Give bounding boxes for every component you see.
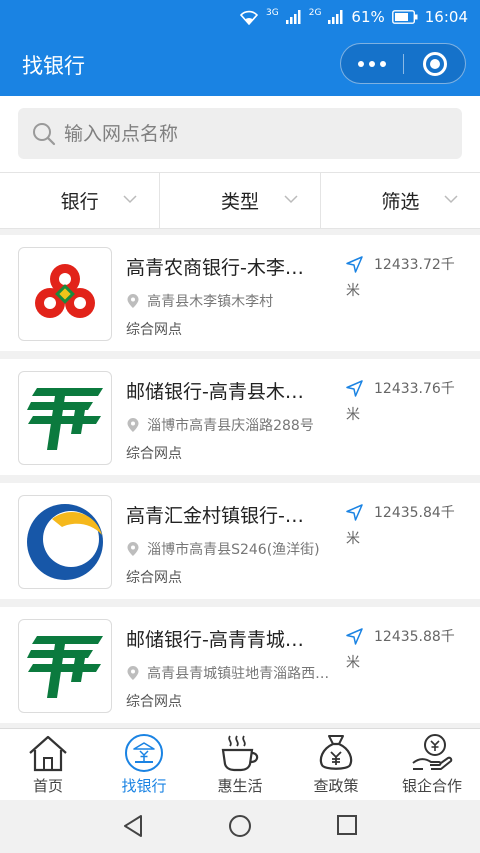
branch-name: 邮储银行-高青青城… <box>126 629 304 651</box>
branch-address-text: 淄博市高青县S246(渔洋街) <box>147 542 320 558</box>
distance-unit: 米 <box>346 283 360 299</box>
filter-type-label: 类型 <box>220 191 259 213</box>
money-bag-icon <box>319 735 353 770</box>
huijin-village-bank-logo <box>18 495 112 589</box>
tab-life[interactable]: 惠生活 <box>192 729 288 800</box>
branch-name: 邮储银行-高青县木… <box>126 381 304 403</box>
distance-unit: 米 <box>346 407 360 423</box>
navigate-arrow-icon <box>346 380 363 397</box>
branch-type: 综合网点 <box>126 694 182 710</box>
distance-unit: 米 <box>346 531 360 547</box>
mini-program-capsule <box>340 43 466 84</box>
branch-type: 综合网点 <box>126 570 182 586</box>
branch-card[interactable]: 邮储银行-高青青城… 高青县青城镇驻地青淄路西… 综合网点 12435.88千 … <box>0 607 480 723</box>
distance-value: 12433.72千 <box>374 257 455 273</box>
battery-percent: 61% <box>351 8 385 26</box>
branch-type: 综合网点 <box>126 446 182 462</box>
clock-time: 16:04 <box>424 8 468 26</box>
branch-address-text: 淄博市高青县庆淄路288号 <box>147 418 314 434</box>
filter-bank[interactable]: 银行 <box>0 173 159 228</box>
distance-unit: 米 <box>346 655 360 671</box>
branch-address: 高青县青城镇驻地青淄路西… <box>126 663 338 685</box>
page-title: 找银行 <box>22 54 85 78</box>
branch-address: 淄博市高青县S246(渔洋街) <box>126 539 338 561</box>
location-pin-icon <box>127 542 139 556</box>
branch-name: 高青农商银行-木李… <box>126 257 304 279</box>
tab-life-label: 惠生活 <box>217 777 263 795</box>
search-icon <box>33 123 56 146</box>
battery-icon <box>391 10 418 24</box>
distance-value: 12435.88千 <box>374 629 455 645</box>
branch-address: 高青县木李镇木李村 <box>126 291 338 313</box>
filter-type[interactable]: 类型 <box>159 173 319 228</box>
filter-bar: 银行 类型 筛选 <box>0 172 480 229</box>
tab-home-label: 首页 <box>32 777 63 795</box>
branch-type: 综合网点 <box>126 322 182 338</box>
branch-address-text: 高青县青城镇驻地青淄路西… <box>147 666 330 682</box>
branch-card[interactable]: 高青农商银行-木李… 高青县木李镇木李村 综合网点 12433.72千 米 <box>0 235 480 351</box>
bank-icon <box>125 734 163 772</box>
navigate-arrow-icon <box>346 504 363 521</box>
branch-address-text: 高青县木李镇木李村 <box>147 294 274 310</box>
filter-more[interactable]: 筛选 <box>319 173 480 228</box>
branch-list: 高青农商银行-木李… 高青县木李镇木李村 综合网点 12433.72千 米 邮储… <box>0 229 480 731</box>
search-section <box>0 96 480 172</box>
distance-value: 12435.84千 <box>374 505 455 521</box>
branch-card[interactable]: 高青汇金村镇银行-… 淄博市高青县S246(渔洋街) 综合网点 12435.84… <box>0 483 480 599</box>
wifi-icon <box>239 10 259 25</box>
coffee-icon <box>221 735 259 772</box>
distance-value: 12433.76千 <box>374 381 455 397</box>
app-header: 找银行 <box>0 34 480 96</box>
bottom-tab-bar: 首页 找银行 惠生活 查政策 银企合作 <box>0 728 480 800</box>
hand-coin-icon <box>412 734 453 770</box>
network-3g-label: 3G <box>266 8 279 18</box>
tab-find-bank-label: 找银行 <box>121 777 167 795</box>
back-icon[interactable] <box>122 814 144 838</box>
chevron-down-icon <box>284 195 298 204</box>
home-circle-icon[interactable] <box>228 814 252 838</box>
tab-home[interactable]: 首页 <box>0 729 96 800</box>
filter-bank-label: 银行 <box>60 191 99 213</box>
navigate-arrow-icon <box>346 628 363 645</box>
rural-commercial-bank-logo <box>18 247 112 341</box>
branch-name: 高青汇金村镇银行-… <box>126 505 304 527</box>
home-icon <box>29 735 67 772</box>
status-bar: 3G 2G 61% 16:04 <box>0 0 480 34</box>
signal-icon-2 <box>328 10 343 24</box>
chevron-down-icon <box>444 195 458 204</box>
location-pin-icon <box>127 418 139 432</box>
mini-program-close-icon[interactable] <box>423 52 447 76</box>
tab-policy[interactable]: 查政策 <box>288 729 384 800</box>
tab-find-bank[interactable]: 找银行 <box>96 729 192 800</box>
network-2g-label: 2G <box>308 8 322 18</box>
navigate-arrow-icon <box>346 256 363 273</box>
capsule-divider <box>403 54 404 74</box>
signal-icon <box>285 10 301 24</box>
tab-cooperation[interactable]: 银企合作 <box>384 729 480 800</box>
postal-savings-logo <box>18 619 112 713</box>
postal-savings-logo <box>18 371 112 465</box>
chevron-down-icon <box>123 195 137 204</box>
tab-policy-label: 查政策 <box>313 777 359 795</box>
recent-apps-icon[interactable] <box>336 814 358 836</box>
search-box[interactable] <box>18 108 462 159</box>
location-pin-icon <box>127 294 139 308</box>
location-pin-icon <box>127 666 139 680</box>
filter-more-label: 筛选 <box>381 191 420 213</box>
branch-card[interactable]: 邮储银行-高青县木… 淄博市高青县庆淄路288号 综合网点 12433.76千 … <box>0 359 480 475</box>
tab-cooperation-label: 银企合作 <box>401 777 462 795</box>
system-navigation-bar <box>0 800 480 853</box>
search-input[interactable] <box>62 116 446 152</box>
more-dots-icon[interactable] <box>341 44 403 83</box>
branch-address: 淄博市高青县庆淄路288号 <box>126 415 338 437</box>
